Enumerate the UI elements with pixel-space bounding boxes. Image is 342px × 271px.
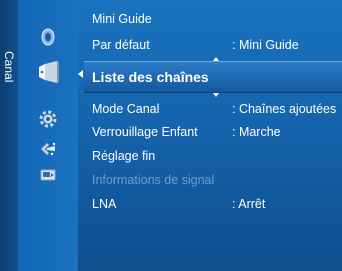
menu-item-label: Informations de signal <box>92 173 215 187</box>
menu-item-channel-mode[interactable]: Mode Canal : Chaînes ajoutées <box>86 98 342 120</box>
channel-icon[interactable] <box>26 56 70 88</box>
menu-item-mini-guide[interactable]: Mini Guide <box>86 8 342 30</box>
category-side-tab: Canal <box>0 0 19 271</box>
menu-item-label: Mode Canal <box>92 102 160 116</box>
category-label: Canal <box>2 51 16 83</box>
menu-item-signal-information: Informations de signal <box>86 169 342 191</box>
menu-item-lna[interactable]: LNA : Arrêt <box>86 193 342 215</box>
menu-item-label: Verrouillage Enfant <box>92 125 198 139</box>
menu-item-default-guide[interactable]: Par défaut : Mini Guide <box>86 34 342 56</box>
category-icon-column <box>18 0 83 271</box>
menu-item-value: : Mini Guide <box>232 38 299 52</box>
menu-item-label: Mini Guide <box>92 12 152 26</box>
menu-list: Mini Guide Par défaut : Mini Guide Mode … <box>86 0 342 271</box>
picture-icon[interactable] <box>37 26 59 48</box>
menu-item-child-lock[interactable]: Verrouillage Enfant : Marche <box>86 121 342 143</box>
menu-item-label: Par défaut <box>92 38 150 52</box>
menu-item-label: LNA <box>92 197 117 211</box>
menu-item-fine-tune[interactable]: Réglage fin <box>86 145 342 167</box>
menu-item-value: : Arrêt <box>232 197 266 211</box>
input-icon[interactable] <box>37 137 59 159</box>
menu-item-value: : Chaînes ajoutées <box>232 102 337 116</box>
application-icon[interactable] <box>37 164 59 186</box>
selected-category-caret <box>78 70 83 78</box>
menu-item-label: Réglage fin <box>92 149 156 163</box>
setup-icon[interactable] <box>37 108 59 130</box>
osd-menu-screen: Canal Liste des chaînes Mini Guide Par d… <box>0 0 342 271</box>
menu-item-value: : Marche <box>232 125 281 139</box>
